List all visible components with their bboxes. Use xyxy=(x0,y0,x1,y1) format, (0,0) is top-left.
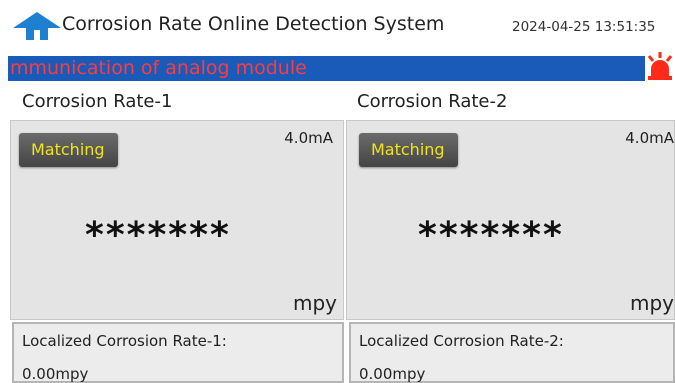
matching-button-1[interactable]: Matching xyxy=(19,133,118,167)
matching-button-2[interactable]: Matching xyxy=(359,133,458,167)
rate-value-2: ******* xyxy=(418,215,564,256)
localized-rate-2-label: Localized Corrosion Rate-2: xyxy=(359,332,564,350)
datetime: 2024-04-25 13:51:35 xyxy=(512,19,656,35)
app-title: Corrosion Rate Online Detection System xyxy=(62,13,445,35)
panel-label-corrosion-rate-1: Corrosion Rate-1 xyxy=(22,91,173,112)
panel-label-corrosion-rate-2: Corrosion Rate-2 xyxy=(357,91,508,112)
current-reading-1: 4.0mA xyxy=(284,129,333,147)
corrosion-rate-1-card: Matching 4.0mA ******* mpy xyxy=(10,120,344,320)
localized-rate-1-box: Localized Corrosion Rate-1: 0.00mpy xyxy=(12,322,344,383)
localized-rate-1-label: Localized Corrosion Rate-1: xyxy=(22,332,227,350)
title-bar: Corrosion Rate Online Detection System 2… xyxy=(0,0,675,45)
alarm-message: mmunication of analog module xyxy=(10,57,307,79)
alarm-bar: mmunication of analog module xyxy=(8,56,675,81)
localized-rate-2-box: Localized Corrosion Rate-2: 0.00mpy xyxy=(349,322,675,383)
current-reading-2: 4.0mA xyxy=(625,129,674,147)
localized-rate-2-value: 0.00mpy xyxy=(359,365,426,383)
rate-unit-1: mpy xyxy=(292,291,337,315)
corrosion-rate-2-card: Matching 4.0mA ******* mpy xyxy=(346,120,675,320)
rate-unit-2: mpy xyxy=(629,291,674,315)
localized-rate-1-value: 0.00mpy xyxy=(22,365,89,383)
home-icon[interactable] xyxy=(12,11,62,41)
rate-value-1: ******* xyxy=(85,215,231,256)
alarm-siren-icon[interactable] xyxy=(644,50,675,82)
